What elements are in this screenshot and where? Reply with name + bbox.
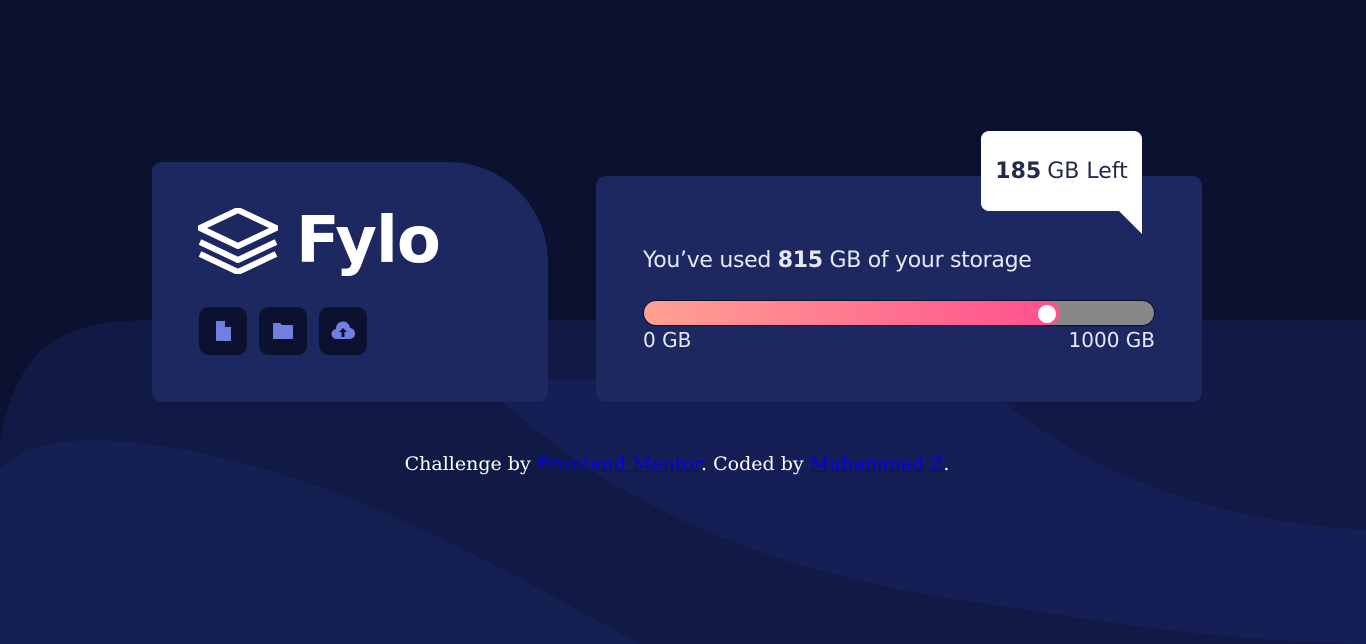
folder-button[interactable] bbox=[259, 307, 307, 355]
usage-prefix: You’ve used bbox=[643, 248, 772, 273]
document-button[interactable] bbox=[199, 307, 247, 355]
storage-progress-fill bbox=[644, 301, 1060, 325]
attribution-middle: . Coded by bbox=[701, 453, 804, 475]
left-amount: 185 bbox=[995, 158, 1042, 184]
storage-progress-bar bbox=[643, 300, 1155, 326]
storage-left-tooltip: 185 GB Left bbox=[981, 131, 1142, 234]
attribution: Challenge by Frontend Mentor. Coded by M… bbox=[0, 453, 1354, 475]
document-icon bbox=[216, 321, 231, 341]
attribution-prefix: Challenge by bbox=[404, 453, 531, 475]
storage-min-label: 0 GB bbox=[643, 328, 692, 352]
storage-max-label: 1000 GB bbox=[1068, 328, 1155, 352]
author-link[interactable]: Muhammad Z bbox=[810, 453, 944, 475]
folder-icon bbox=[273, 323, 293, 339]
brand-logo: Fylo bbox=[198, 204, 441, 278]
logo-card: Fylo bbox=[152, 162, 548, 402]
used-amount: 815 bbox=[777, 248, 823, 273]
brand-name: Fylo bbox=[296, 204, 441, 278]
left-suffix: GB Left bbox=[1047, 158, 1128, 184]
storage-progress-knob bbox=[1038, 305, 1056, 323]
usage-suffix: GB of your storage bbox=[829, 248, 1032, 273]
frontend-mentor-link[interactable]: Frontend Mentor bbox=[537, 453, 701, 475]
tooltip-tail bbox=[1118, 210, 1142, 234]
upload-icon bbox=[331, 321, 355, 340]
file-actions bbox=[199, 307, 367, 355]
usage-summary: You’ve used 815 GB of your storage bbox=[643, 248, 1032, 273]
attribution-suffix: . bbox=[943, 453, 950, 475]
layers-logo-icon bbox=[198, 208, 278, 274]
upload-button[interactable] bbox=[319, 307, 367, 355]
